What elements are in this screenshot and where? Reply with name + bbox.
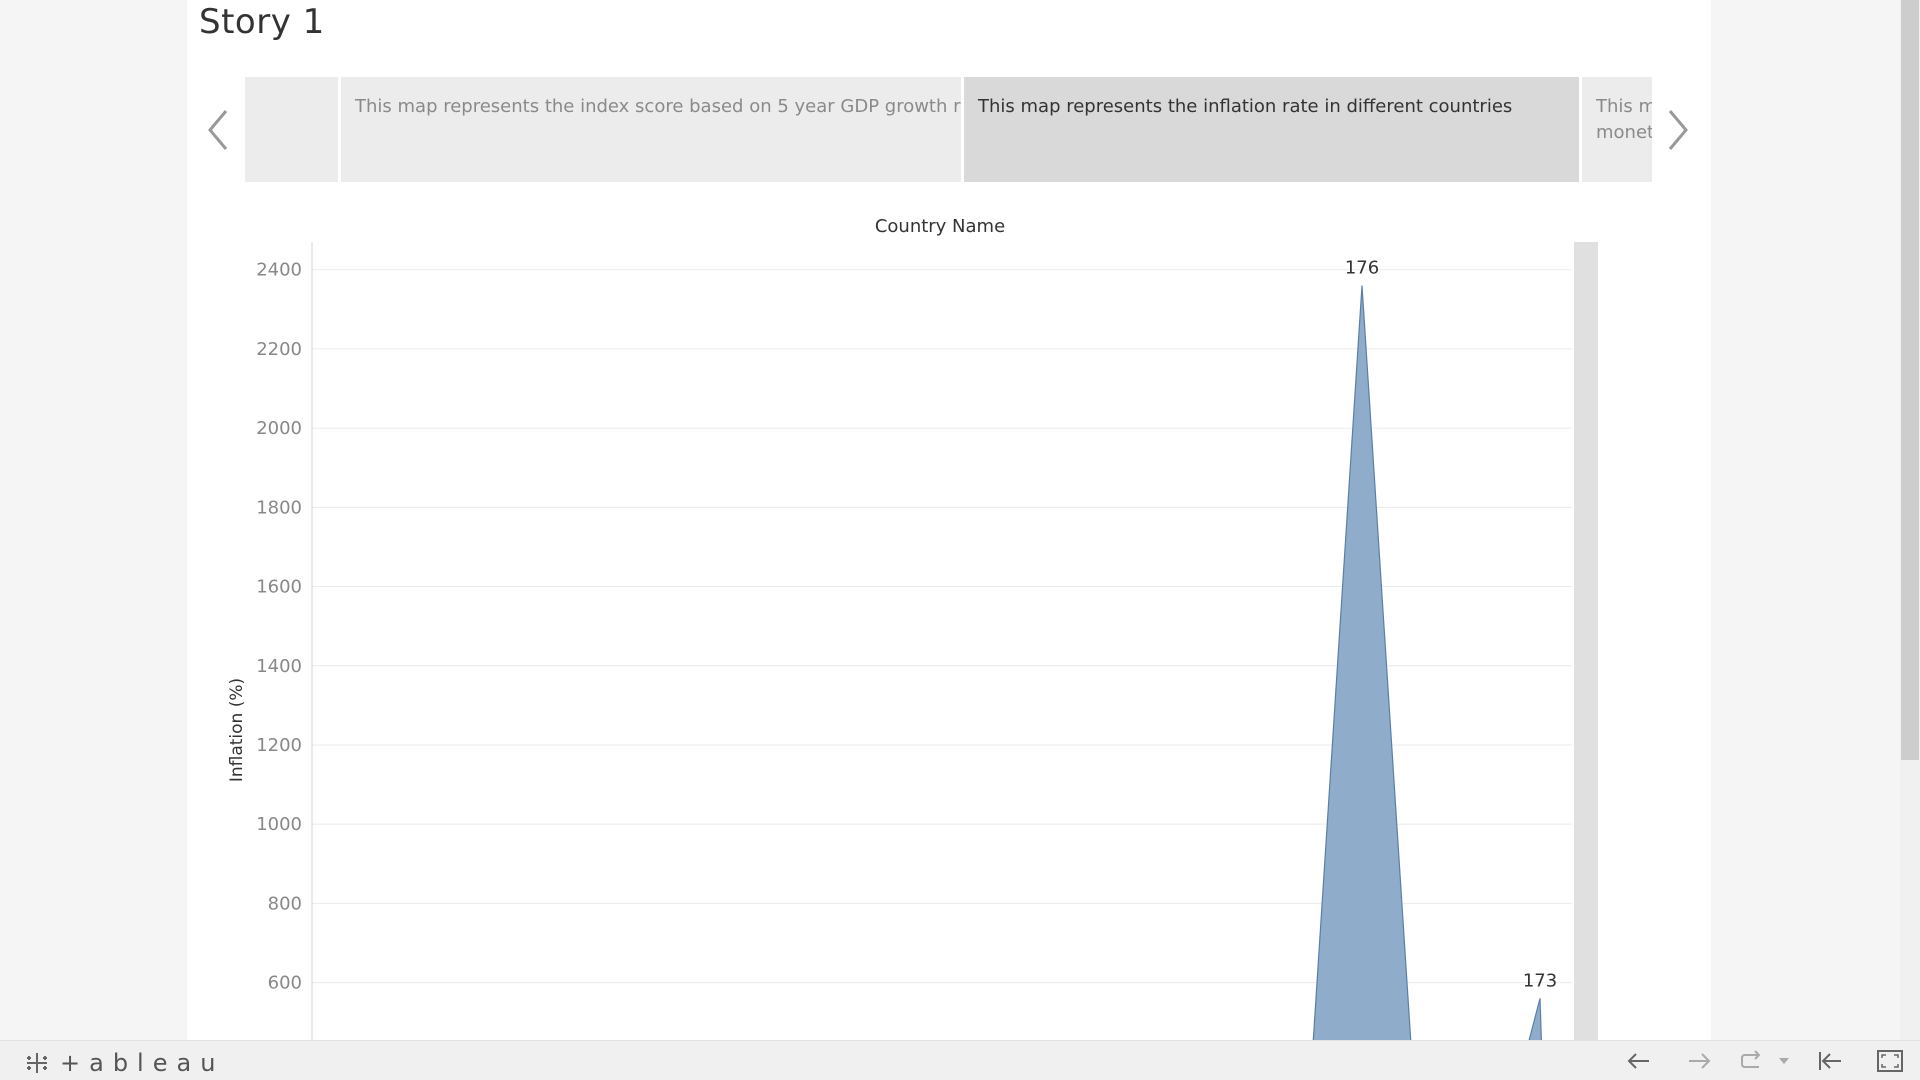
redo-button[interactable] bbox=[1682, 1047, 1716, 1075]
revert-button[interactable] bbox=[1734, 1047, 1768, 1075]
y-tick-label: 2000 bbox=[256, 418, 302, 439]
revert-dropdown[interactable] bbox=[1775, 1047, 1793, 1075]
fullscreen-button[interactable] bbox=[1873, 1047, 1907, 1075]
y-tick-label: 1600 bbox=[256, 577, 302, 598]
tableau-cross-icon bbox=[27, 1053, 47, 1073]
y-tick-label: 1800 bbox=[256, 497, 302, 518]
loop-arrow-icon bbox=[1741, 1050, 1761, 1068]
tableau-logo[interactable]: +ableau bbox=[24, 1049, 224, 1077]
page-scrollbar-thumb[interactable] bbox=[1901, 0, 1919, 760]
y-tick-label: 2400 bbox=[256, 260, 302, 281]
tableau-story-viewer: Story 1 This map represents the index sc… bbox=[0, 0, 1920, 1080]
data-label-176: 176 bbox=[1345, 258, 1379, 279]
reset-button[interactable] bbox=[1813, 1047, 1847, 1075]
inflation-area-chart: 600 800 1000 1200 1400 1600 1800 2000 2200 2400 In… bbox=[0, 0, 1920, 1040]
y-tick-label: 2200 bbox=[256, 339, 302, 360]
arrow-right-icon bbox=[1689, 1053, 1711, 1069]
y-tick-label: 800 bbox=[268, 893, 302, 914]
arrow-left-icon bbox=[1627, 1053, 1649, 1069]
chart-scroll-rail[interactable] bbox=[1574, 242, 1598, 1040]
y-tick-label: 1200 bbox=[256, 735, 302, 756]
y-tick-label: 1400 bbox=[256, 656, 302, 677]
caret-down-icon bbox=[1779, 1058, 1789, 1064]
chart-svg: 600 800 1000 1200 1400 1600 1800 2000 2200 2400 In… bbox=[227, 242, 1572, 1040]
area-peak-country-173[interactable] bbox=[1524, 998, 1542, 1040]
reset-to-start-icon bbox=[1819, 1052, 1841, 1070]
page-vertical-scrollbar[interactable] bbox=[1900, 0, 1920, 1040]
data-label-173: 173 bbox=[1523, 970, 1557, 991]
area-peak-country-176[interactable] bbox=[1312, 285, 1412, 1040]
y-tick-label: 600 bbox=[268, 973, 302, 994]
tableau-toolbar: +ableau bbox=[0, 1040, 1920, 1080]
tableau-wordmark: +ableau bbox=[60, 1049, 225, 1077]
fullscreen-icon bbox=[1877, 1050, 1903, 1072]
y-tick-label: 1000 bbox=[256, 814, 302, 835]
undo-button[interactable] bbox=[1622, 1047, 1656, 1075]
y-axis-title: Inflation (%) bbox=[227, 678, 247, 782]
